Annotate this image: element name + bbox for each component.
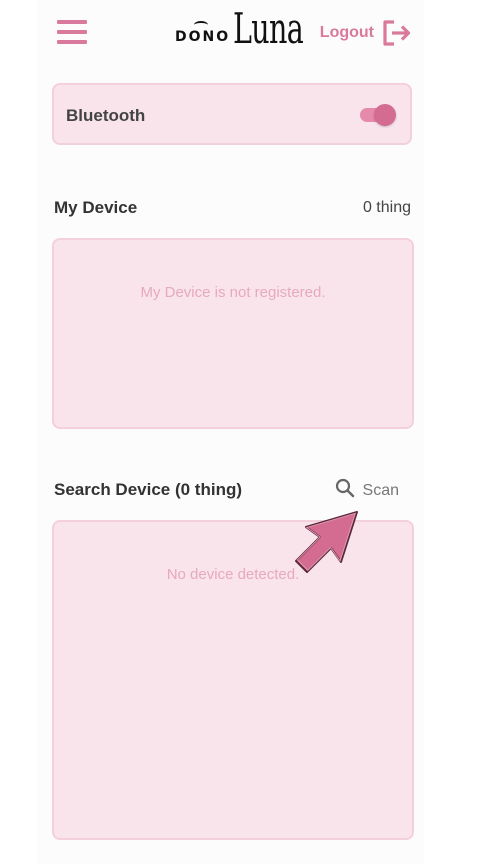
toggle-knob [374,104,396,126]
search-device-title: Search Device (0 thing) [54,480,243,499]
scan-button[interactable]: Scan [335,478,399,503]
my-device-list: My Device is not registered. [52,238,414,429]
app-container: DONO Luna Logout Bluetooth My Device 0 t… [37,0,424,864]
search-icon [335,478,355,503]
my-device-count: 0 thing [362,199,411,216]
logo-large-text: Luna [233,4,304,53]
hamburger-menu-icon[interactable] [57,20,87,44]
screen: DONO Luna Logout Bluetooth My Device 0 t… [0,0,479,864]
bluetooth-label: Bluetooth [66,106,146,125]
bluetooth-toggle[interactable] [360,104,396,126]
pointer-arrow-icon [293,508,361,576]
my-device-empty-text: My Device is not registered. [140,284,326,301]
logo: DONO Luna [175,4,305,58]
logout-button[interactable]: Logout [320,18,412,48]
scan-label: Scan [362,481,399,499]
logout-label: Logout [319,24,374,41]
logout-icon [382,19,412,47]
bluetooth-card: Bluetooth [52,83,412,145]
my-device-title: My Device [54,198,138,217]
logo-small-text: DONO [175,29,231,45]
header: DONO Luna Logout [37,0,424,66]
logo-arc-mark [194,21,208,29]
